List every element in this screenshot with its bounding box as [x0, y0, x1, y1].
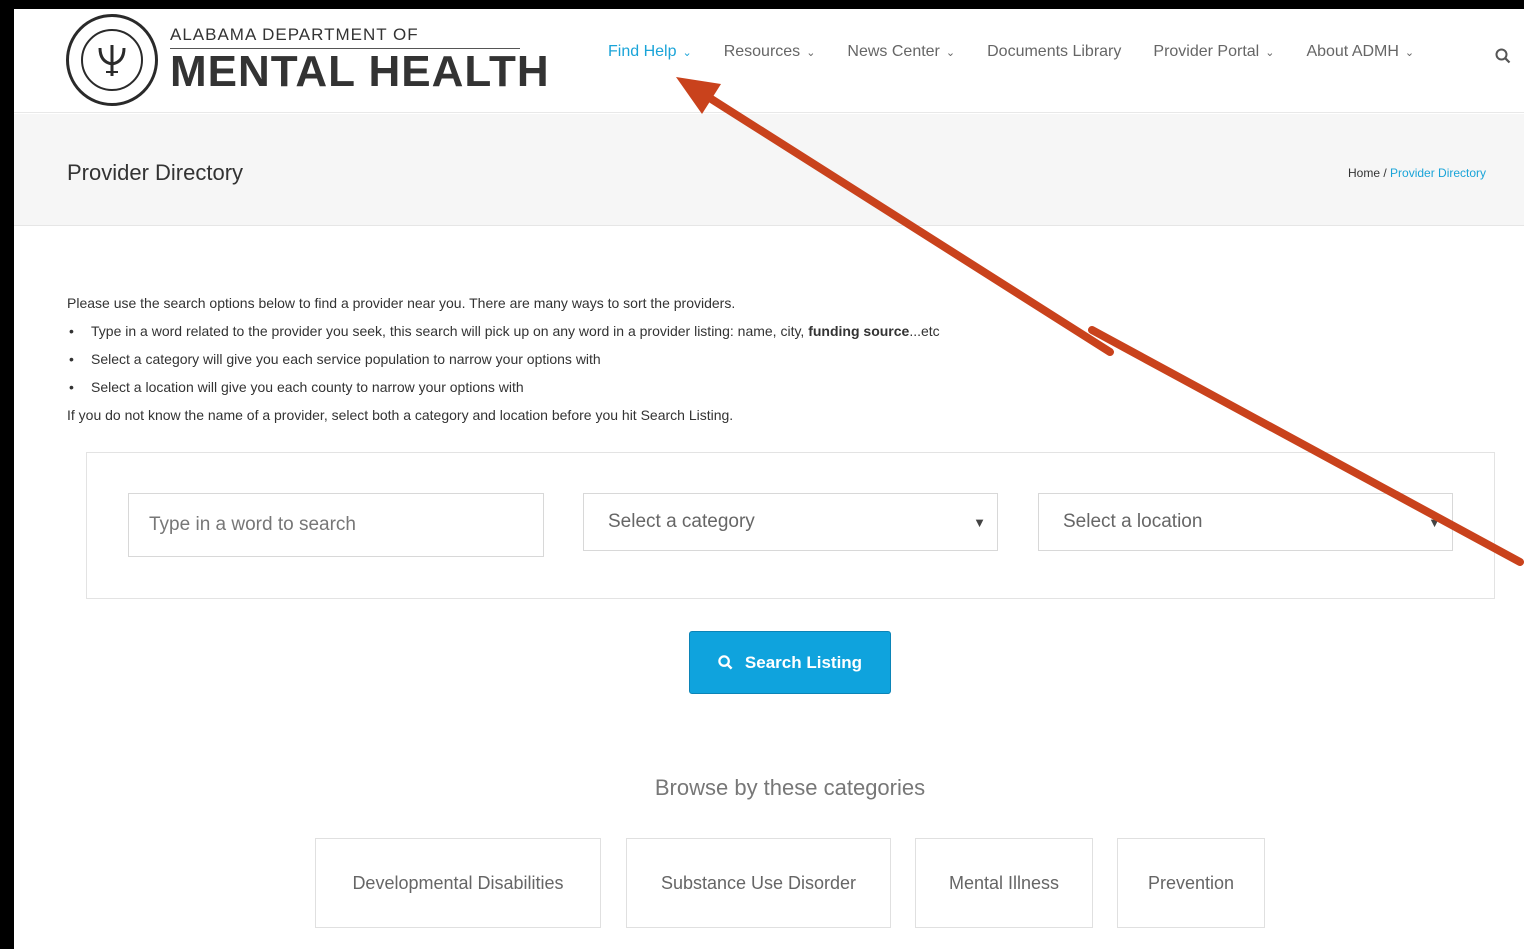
category-mental-illness[interactable]: Mental Illness: [915, 838, 1093, 928]
chevron-down-icon: ⌄: [806, 46, 816, 59]
search-icon: [718, 655, 733, 670]
caret-down-icon: ▼: [973, 514, 986, 530]
location-select[interactable]: Select a location ▼: [1038, 493, 1453, 551]
nav-label: Documents Library: [987, 43, 1122, 60]
chevron-down-icon: ⌄: [945, 46, 956, 59]
chevron-down-icon: ⌄: [1265, 46, 1275, 59]
instructions-note: If you do not know the name of a provide…: [67, 407, 734, 423]
instruction-item: Select a category will give you each ser…: [67, 345, 940, 373]
category-developmental-disabilities[interactable]: Developmental Disabilities: [315, 838, 601, 928]
instruction-text: Type in a word related to the provider y…: [91, 323, 809, 339]
nav-provider-portal[interactable]: Provider Portal ⌄: [1153, 43, 1274, 61]
nav-label: About ADMH: [1306, 43, 1399, 60]
search-listing-button[interactable]: Search Listing: [689, 631, 891, 694]
instruction-item: Type in a word related to the provider y…: [67, 317, 940, 345]
breadcrumb: Home / Provider Directory: [1348, 166, 1486, 180]
site-logo[interactable]: ALABAMA DEPARTMENT OF MENTAL HEALTH: [66, 13, 550, 107]
category-label: Mental Illness: [948, 872, 1060, 893]
category-select-value: Select a category: [608, 511, 755, 532]
nav-label: News Center: [847, 43, 940, 60]
chevron-down-icon: ⌄: [1404, 46, 1415, 59]
nav-label: Resources: [723, 43, 801, 60]
chevron-down-icon: ⌄: [682, 46, 692, 59]
category-prevention[interactable]: Prevention: [1117, 838, 1265, 928]
instructions-lead: Please use the search options below to f…: [67, 295, 736, 311]
breadcrumb-current: Provider Directory: [1390, 166, 1487, 180]
nav-label: Provider Portal: [1153, 43, 1260, 60]
category-label: Developmental Disabilities: [352, 872, 564, 893]
search-icon[interactable]: [1495, 48, 1511, 69]
instructions-list: Type in a word related to the provider y…: [67, 317, 940, 401]
word-search-input[interactable]: [149, 494, 543, 556]
nav-documents-library[interactable]: Documents Library: [987, 43, 1121, 61]
nav-resources[interactable]: Resources ⌄: [724, 43, 816, 61]
search-instructions: Please use the search options below to f…: [67, 289, 940, 429]
breadcrumb-home[interactable]: Home: [1348, 166, 1380, 180]
seal-icon: [66, 14, 158, 106]
search-listing-label: Search Listing: [744, 652, 863, 672]
instruction-text: ...etc: [909, 323, 940, 339]
nav-label: Find Help: [608, 43, 677, 60]
breadcrumb-separator: /: [1380, 166, 1391, 180]
browser-viewport: ALABAMA DEPARTMENT OF MENTAL HEALTH Find…: [14, 9, 1524, 949]
logo-line-1: ALABAMA DEPARTMENT OF: [170, 25, 520, 49]
category-select[interactable]: Select a category ▼: [583, 493, 998, 551]
nav-about-admh[interactable]: About ADMH ⌄: [1306, 43, 1414, 61]
browse-title: Browse by these categories: [654, 775, 926, 800]
logo-line-2: MENTAL HEALTH: [170, 47, 550, 96]
nav-news-center[interactable]: News Center ⌄: [847, 43, 955, 61]
search-form: Select a category ▼ Select a location ▼: [86, 452, 1495, 599]
location-select-value: Select a location: [1063, 511, 1203, 532]
main-nav: Find Help ⌄ Resources ⌄ News Center ⌄ Docum…: [608, 43, 1446, 61]
category-label: Substance Use Disorder: [660, 872, 857, 893]
word-search-field: [128, 493, 544, 557]
category-substance-use-disorder[interactable]: Substance Use Disorder: [626, 838, 891, 928]
caret-down-icon: ▼: [1428, 514, 1441, 530]
page-title: Provider Directory: [67, 160, 244, 185]
instruction-item: Select a location will give you each cou…: [67, 373, 940, 401]
site-header: ALABAMA DEPARTMENT OF MENTAL HEALTH Find…: [14, 9, 1524, 113]
category-label: Prevention: [1147, 872, 1235, 893]
nav-find-help[interactable]: Find Help ⌄: [608, 43, 692, 61]
instruction-bold: funding source: [808, 323, 910, 339]
page-title-bar: Provider Directory Home / Provider Direc…: [14, 114, 1524, 226]
